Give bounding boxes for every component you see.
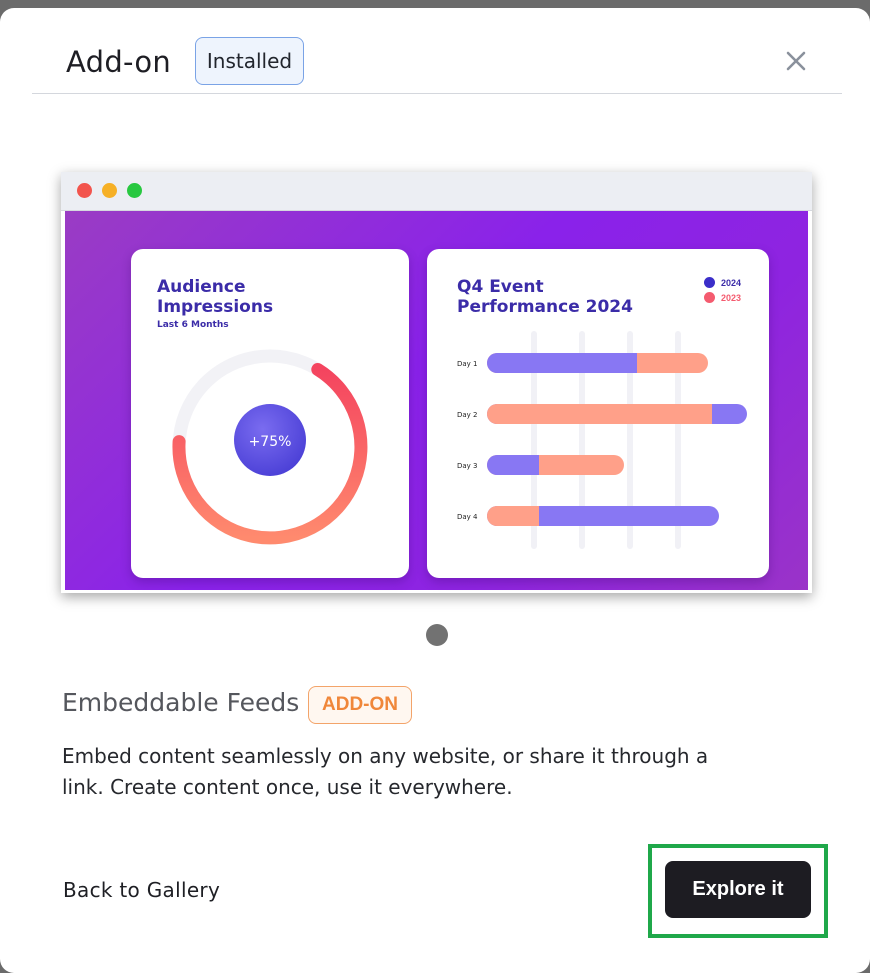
carousel-pager-dot[interactable] [426,624,448,646]
modal-title: Add-on [66,45,172,79]
feature-description: Embed content seamlessly on any website,… [62,744,709,799]
explore-button[interactable]: Explore it [665,861,811,918]
row-label-day1: Day 1 [457,360,478,368]
event-card: Q4 Event Performance 2024 2024 2023 Day … [427,249,769,578]
audience-title-line1: Audience [157,277,246,297]
header-divider [32,93,842,94]
audience-card-title: Audience Impressions [157,277,273,317]
close-icon[interactable] [780,45,812,77]
window-close-dot [77,183,92,198]
window-chrome [61,172,812,211]
row-label-day3: Day 3 [457,462,478,470]
bar-day2-2023 [487,404,712,424]
addon-badge: ADD-ON [308,686,412,724]
audience-center-label: +75% [249,434,292,450]
row-label-day2: Day 2 [457,411,478,419]
audience-donut-chart: +75% [172,349,368,545]
audience-title-line2: Impressions [157,297,274,317]
feature-preview-image: Audience Impressions Last 6 Months +75% … [61,172,812,593]
preview-canvas: Audience Impressions Last 6 Months +75% … [65,211,808,590]
event-bar-chart: Day 1 Day 2 Day 3 Day 4 [457,331,747,549]
row-label-day4: Day 4 [457,513,478,521]
addon-modal: Add-on Installed Audience Impressions La… [0,8,870,973]
audience-card-subtitle: Last 6 Months [157,320,229,330]
back-to-gallery-link[interactable]: Back to Gallery [63,878,220,902]
feature-title: Embeddable Feeds [62,688,300,717]
window-minimize-dot [102,183,117,198]
audience-card: Audience Impressions Last 6 Months +75% [131,249,409,578]
window-maximize-dot [127,183,142,198]
bar-day1-2024 [487,353,637,373]
installed-badge: Installed [195,37,304,85]
